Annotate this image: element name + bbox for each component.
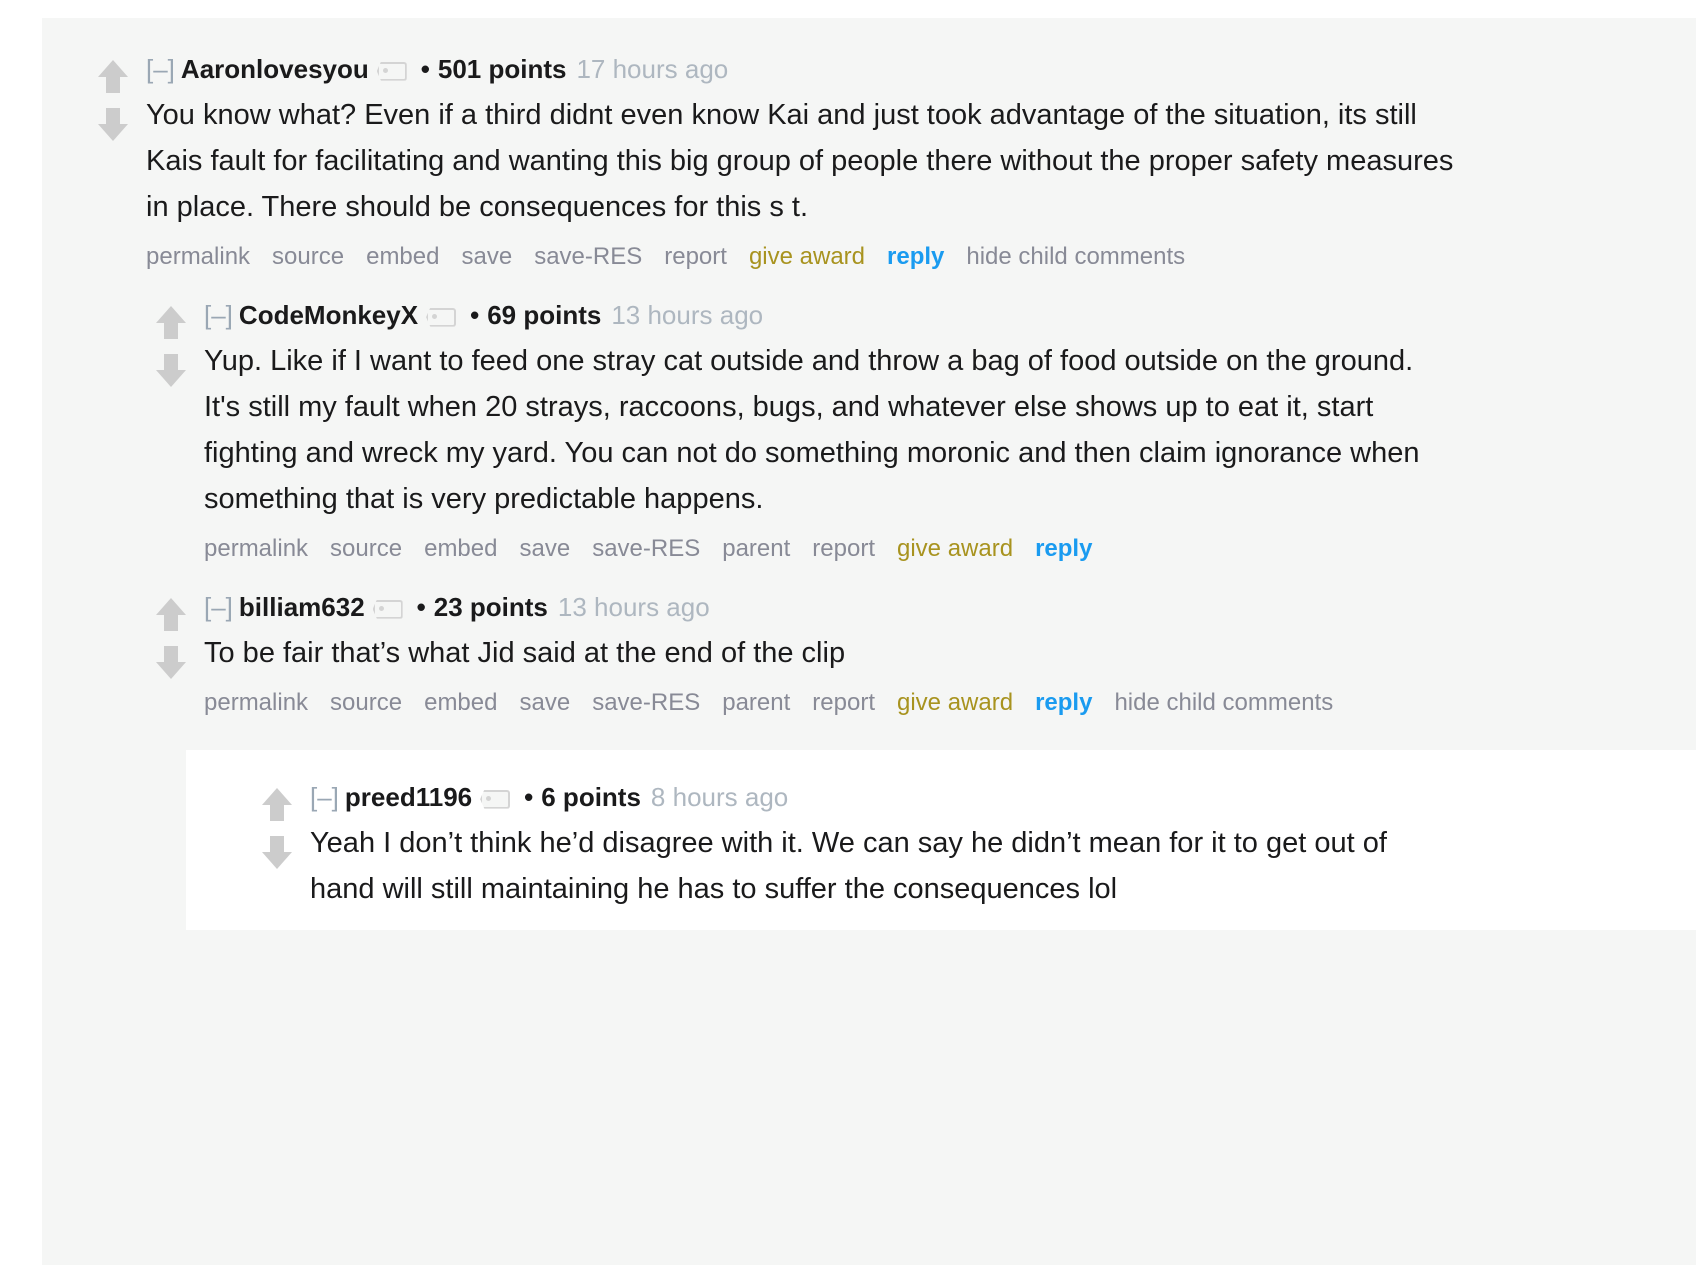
downvote-arrow-icon[interactable] (92, 106, 134, 146)
comment-actions: permalink source embed save save-RES parent re… (204, 530, 1504, 568)
comment-timestamp: 13 hours ago (611, 300, 764, 330)
action-give-award[interactable]: give award (897, 689, 1013, 716)
comment-text: Yeah I don’t think he’d disagree with it… (310, 827, 1387, 905)
comment-content: [–] billiam632 • 23 points 13 hours ago To b… (204, 590, 1696, 722)
comment-thread-item: [–] billiam632 • 23 points 13 hours ago To b… (132, 568, 1696, 722)
comment-tagline: [–] CodeMonkeyX • 69 points 13 hours ago (204, 298, 1656, 332)
action-reply[interactable]: reply (1035, 689, 1092, 716)
user-flair-tag-icon (372, 599, 403, 619)
action-reply[interactable]: reply (1035, 535, 1092, 562)
vote-controls (150, 304, 196, 392)
action-source[interactable]: source (330, 535, 402, 562)
vote-controls (92, 58, 138, 146)
action-reply[interactable]: reply (887, 243, 944, 270)
action-hide-child-comments[interactable]: hide child comments (966, 243, 1185, 270)
comment-score: 501 points (437, 54, 567, 84)
comment-text: You know what? Even if a third didnt eve… (146, 99, 1454, 223)
action-give-award[interactable]: give award (749, 243, 865, 270)
comment-thread-item: [–] CodeMonkeyX • 69 points 13 hours ago Yup… (132, 276, 1696, 568)
comment-content: [–] CodeMonkeyX • 69 points 13 hours ago Yup… (204, 298, 1696, 568)
comment-author[interactable]: CodeMonkeyX (239, 300, 418, 330)
comment-actions: permalink source embed save save-RES parent re… (204, 684, 1504, 722)
user-flair-tag-icon (480, 789, 511, 809)
comment-author[interactable]: preed1196 (345, 782, 472, 812)
action-permalink[interactable]: permalink (146, 243, 250, 270)
action-parent[interactable]: parent (722, 689, 790, 716)
user-flair-tag-icon (376, 61, 407, 81)
action-source[interactable]: source (330, 689, 402, 716)
separator-dot: • (420, 54, 430, 84)
comment-tagline: [–] billiam632 • 23 points 13 hours ago (204, 590, 1656, 624)
action-report[interactable]: report (812, 535, 875, 562)
comment-thread-panel: [–] Aaronlovesyou • 501 points 17 hours ago … (42, 18, 1696, 1265)
comment-text: To be fair that’s what Jid said at the e… (204, 637, 846, 669)
page-frame: [–] Aaronlovesyou • 501 points 17 hours ago … (0, 0, 1696, 1265)
downvote-arrow-icon[interactable] (150, 352, 192, 392)
action-save[interactable]: save (461, 243, 512, 270)
separator-dot: • (470, 300, 480, 330)
upvote-arrow-icon[interactable] (150, 596, 192, 636)
action-embed[interactable]: embed (366, 243, 439, 270)
upvote-arrow-icon[interactable] (92, 58, 134, 98)
separator-dot: • (524, 782, 534, 812)
comment-score: 23 points (433, 592, 548, 622)
vote-controls (256, 786, 302, 874)
comment-text: Yup. Like if I want to feed one stray ca… (204, 345, 1420, 515)
collapse-toggle[interactable]: [–] (146, 54, 175, 84)
action-embed[interactable]: embed (424, 689, 497, 716)
action-hide-child-comments[interactable]: hide child comments (1114, 689, 1333, 716)
comment-thread-item: [–] preed1196 • 6 points 8 hours ago Yeah I … (238, 750, 1696, 912)
user-flair-tag-icon (426, 307, 457, 327)
action-parent[interactable]: parent (722, 535, 790, 562)
action-permalink[interactable]: permalink (204, 535, 308, 562)
action-report[interactable]: report (812, 689, 875, 716)
action-save-res[interactable]: save-RES (592, 535, 700, 562)
collapse-toggle[interactable]: [–] (204, 300, 233, 330)
separator-dot: • (416, 592, 426, 622)
action-save-res[interactable]: save-RES (534, 243, 642, 270)
comment-tagline: [–] preed1196 • 6 points 8 hours ago (310, 780, 1656, 814)
downvote-arrow-icon[interactable] (150, 644, 192, 684)
comment-score: 69 points (487, 300, 602, 330)
action-permalink[interactable]: permalink (204, 689, 308, 716)
action-embed[interactable]: embed (424, 535, 497, 562)
upvote-arrow-icon[interactable] (150, 304, 192, 344)
comment-author[interactable]: Aaronlovesyou (181, 54, 369, 84)
comment-timestamp: 17 hours ago (576, 54, 729, 84)
action-report[interactable]: report (664, 243, 727, 270)
nested-reply-card: [–] preed1196 • 6 points 8 hours ago Yeah I … (186, 750, 1696, 930)
collapse-toggle[interactable]: [–] (310, 782, 339, 812)
action-save[interactable]: save (519, 689, 570, 716)
action-source[interactable]: source (272, 243, 344, 270)
action-save-res[interactable]: save-RES (592, 689, 700, 716)
collapse-toggle[interactable]: [–] (204, 592, 233, 622)
comment-tagline: [–] Aaronlovesyou • 501 points 17 hours ago (146, 52, 1656, 86)
action-save[interactable]: save (519, 535, 570, 562)
comment-timestamp: 8 hours ago (650, 782, 789, 812)
upvote-arrow-icon[interactable] (256, 786, 298, 826)
downvote-arrow-icon[interactable] (256, 834, 298, 874)
vote-controls (150, 596, 196, 684)
comment-actions: permalink source embed save save-RES report gi… (146, 238, 1446, 276)
comment-author[interactable]: billiam632 (239, 592, 365, 622)
comment-timestamp: 13 hours ago (557, 592, 710, 622)
comment-score: 6 points (541, 782, 641, 812)
action-give-award[interactable]: give award (897, 535, 1013, 562)
comment-thread-item: [–] Aaronlovesyou • 501 points 17 hours ago … (74, 18, 1696, 276)
comment-content: [–] Aaronlovesyou • 501 points 17 hours ago … (146, 52, 1696, 276)
comment-content: [–] preed1196 • 6 points 8 hours ago Yeah I … (310, 780, 1696, 912)
